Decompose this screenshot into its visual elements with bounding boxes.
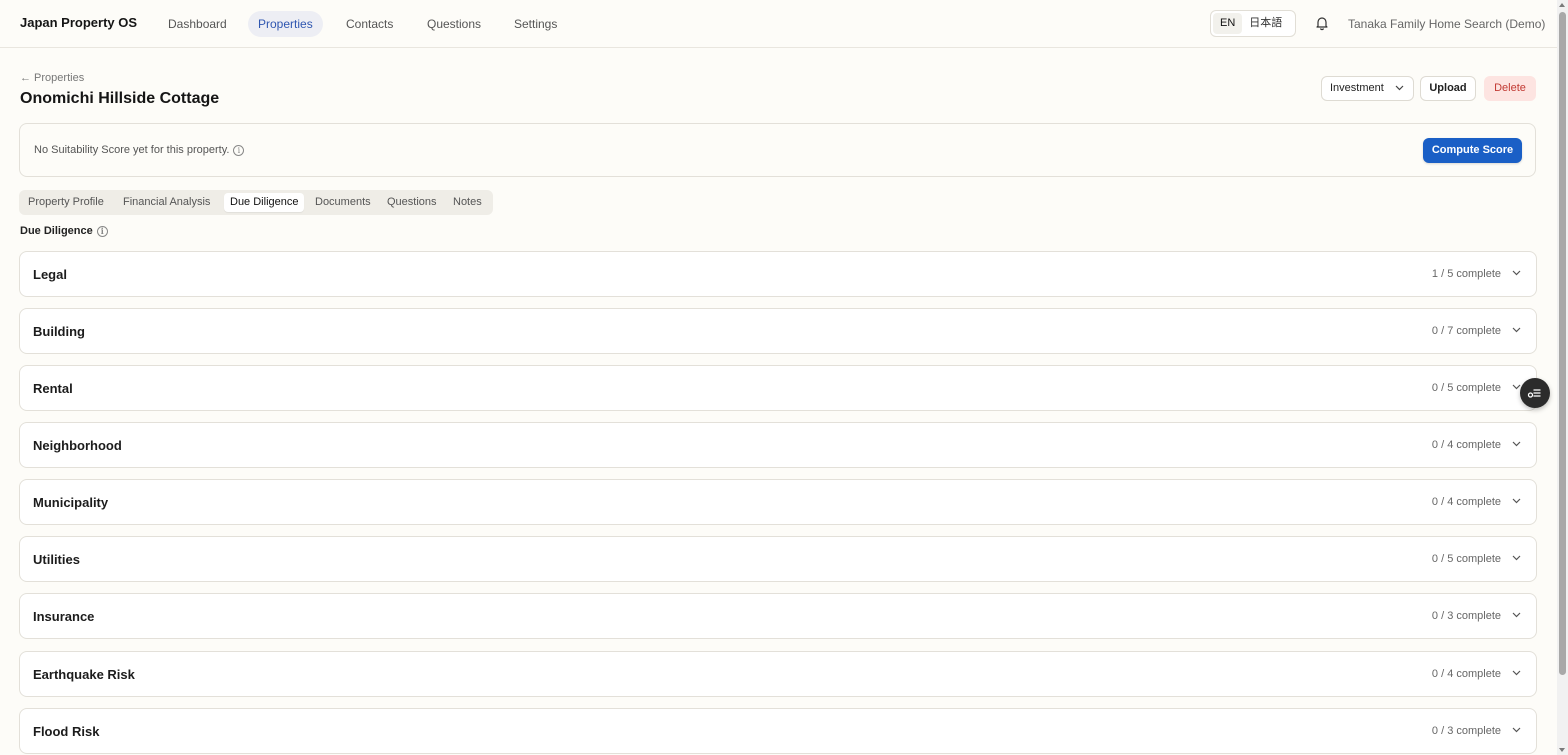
accordion-label: Flood Risk [33,724,100,739]
accordion-progress: 0 / 4 complete [1431,439,1501,451]
accordion-label: Building [33,324,85,339]
checklist-icon [1527,389,1541,398]
accordion-label: Rental [33,381,73,396]
accordion-progress: 0 / 5 complete [1431,553,1501,565]
language-toggle: EN 日本語 [1210,10,1296,37]
accordion-label: Insurance [33,609,95,624]
property-tabs: Property Profile Financial Analysis Due … [19,190,493,215]
property-category-select[interactable]: Investment [1321,76,1414,101]
accordion-progress: 0 / 4 complete [1431,668,1501,680]
floating-checklist-button[interactable] [1520,378,1550,408]
tab-questions[interactable]: Questions [381,193,443,212]
accordion-flood-risk[interactable]: Flood Risk 0 / 3 complete [19,708,1537,754]
top-navigation-bar: Japan Property OS Dashboard Properties C… [0,0,1557,48]
nav-item-properties[interactable]: Properties [248,11,323,37]
tab-notes[interactable]: Notes [447,193,488,212]
scrollbar-thumb[interactable] [1559,12,1566,675]
accordion-progress: 1 / 5 complete [1431,268,1501,280]
nav-item-questions[interactable]: Questions [417,11,491,37]
compute-score-button[interactable]: Compute Score [1423,138,1522,163]
chevron-down-icon [1512,327,1521,333]
tab-property-profile[interactable]: Property Profile [22,193,110,212]
accordion-label: Neighborhood [33,438,122,453]
accordion-label: Earthquake Risk [33,667,135,682]
upload-button[interactable]: Upload [1420,76,1476,101]
accordion-label: Legal [33,267,67,282]
accordion-progress: 0 / 7 complete [1431,325,1501,337]
nav-item-contacts[interactable]: Contacts [336,11,403,37]
app-title[interactable]: Japan Property OS [20,15,137,30]
language-option-ja[interactable]: 日本語 [1242,13,1289,34]
tab-financial-analysis[interactable]: Financial Analysis [117,193,216,212]
accordion-municipality[interactable]: Municipality 0 / 4 complete [19,479,1537,525]
accordion-progress: 0 / 4 complete [1431,496,1501,508]
user-account-name[interactable]: Tanaka Family Home Search (Demo) [1348,17,1545,31]
tab-documents[interactable]: Documents [309,193,377,212]
accordion-rental[interactable]: Rental 0 / 5 complete [19,365,1537,411]
chevron-down-icon [1512,670,1521,676]
score-message-wrapper: No Suitability Score yet for this proper… [34,144,245,156]
chevron-down-icon [1512,441,1521,447]
back-to-properties-link[interactable]: ← Properties [20,72,84,84]
chevron-down-icon [1512,727,1521,733]
delete-button[interactable]: Delete [1484,76,1536,101]
nav-item-dashboard[interactable]: Dashboard [158,11,237,37]
chevron-down-icon [1512,555,1521,561]
chevron-down-icon [1512,612,1521,618]
accordion-label: Municipality [33,495,109,510]
suitability-score-card: No Suitability Score yet for this proper… [19,123,1536,177]
bell-icon[interactable] [1314,15,1330,31]
chevron-down-icon [1395,85,1404,91]
accordion-progress: 0 / 3 complete [1431,725,1501,737]
due-diligence-title: Due Diligence [20,225,93,237]
accordion-legal[interactable]: Legal 1 / 5 complete [19,251,1537,297]
scroll-down-arrow-icon[interactable] [1559,748,1565,752]
accordion-neighborhood[interactable]: Neighborhood 0 / 4 complete [19,422,1537,468]
nav-item-settings[interactable]: Settings [504,11,567,37]
accordion-utilities[interactable]: Utilities 0 / 5 complete [19,536,1537,582]
accordion-progress: 0 / 3 complete [1431,610,1501,622]
info-icon[interactable]: i [233,144,245,156]
accordion-building[interactable]: Building 0 / 7 complete [19,308,1537,354]
accordion-earthquake-risk[interactable]: Earthquake Risk 0 / 4 complete [19,651,1537,697]
score-message: No Suitability Score yet for this proper… [34,144,230,156]
due-diligence-heading: Due Diligence i [20,225,108,237]
page-scrollbar[interactable] [1557,0,1568,755]
tab-due-diligence[interactable]: Due Diligence [224,193,305,212]
language-option-en[interactable]: EN [1213,13,1243,34]
accordion-label: Utilities [33,552,80,567]
chevron-down-icon [1512,270,1521,276]
page-title: Onomichi Hillside Cottage [20,90,220,107]
accordion-progress: 0 / 5 complete [1431,382,1501,394]
info-icon[interactable]: i [96,225,108,237]
scroll-up-arrow-icon[interactable] [1559,3,1565,7]
property-category-value: Investment [1330,82,1384,94]
accordion-insurance[interactable]: Insurance 0 / 3 complete [19,593,1537,639]
chevron-down-icon [1512,498,1521,504]
